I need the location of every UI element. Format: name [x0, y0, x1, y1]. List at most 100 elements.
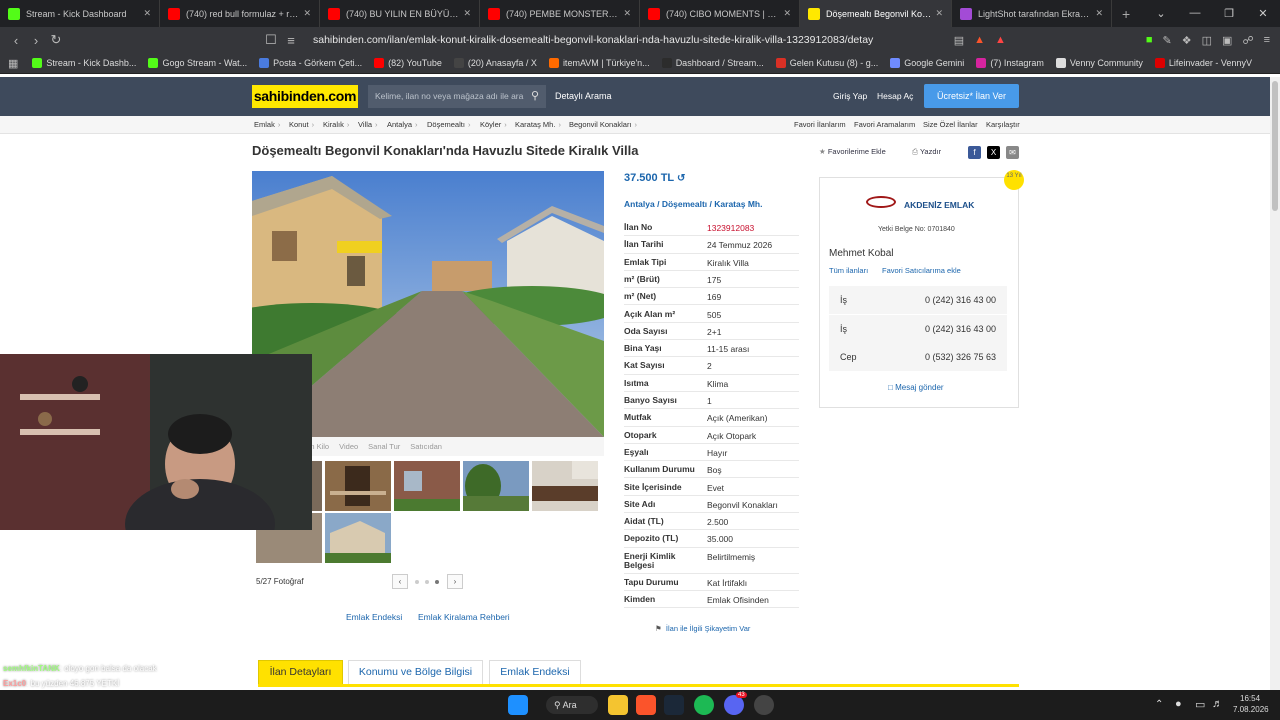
phone-number[interactable]: 0 (242) 316 43 00 — [925, 295, 996, 305]
tab-ilan-detaylari[interactable]: İlan Detayları — [258, 660, 343, 685]
bookmark-item[interactable]: Dashboard / Stream... — [661, 58, 764, 68]
reader-icon[interactable]: ▤ — [954, 34, 964, 47]
phone-number[interactable]: 0 (532) 326 75 63 — [925, 352, 996, 362]
clock-date[interactable]: 7.08.2026 — [1233, 705, 1269, 714]
bookmark-item[interactable]: Gelen Kutusu (8) - g... — [775, 58, 878, 68]
brave-rewards-icon[interactable]: ▲ — [995, 34, 1006, 47]
bookmark-item[interactable]: Lifeinvader - VennyV — [1154, 58, 1252, 68]
location-link[interactable]: Antalya — [624, 199, 655, 209]
thumbnail[interactable] — [325, 461, 391, 511]
next-photo-button[interactable]: › — [447, 574, 463, 589]
tab-close-icon[interactable]: ✕ — [463, 8, 471, 19]
bookmark-item[interactable]: (82) YouTube — [374, 58, 442, 68]
facebook-icon[interactable]: f — [968, 146, 981, 159]
tab-emlak-endeksi[interactable]: Emlak Endeksi — [489, 660, 581, 685]
detailed-search-link[interactable]: Detaylı Arama — [555, 85, 612, 108]
pen-icon[interactable]: ✎ — [1163, 34, 1172, 47]
breadcrumb-item[interactable]: Emlak › — [254, 116, 280, 134]
breadcrumb-item[interactable]: Karataş Mh. › — [515, 116, 561, 134]
reload-icon[interactable]: ↻ — [46, 32, 66, 48]
apps-icon[interactable]: ▦ — [8, 57, 18, 70]
tab-search-icon[interactable]: ⌄ — [1144, 7, 1178, 20]
tab-close-icon[interactable]: ✕ — [303, 8, 311, 19]
bookmark-item[interactable]: (20) Anasayfa / X — [453, 58, 537, 68]
maximize-icon[interactable]: ❐ — [1212, 7, 1246, 20]
browser-tab[interactable]: Stream - Kick Dashboard ✕ — [0, 0, 160, 27]
photo-tab[interactable]: Satıcıdan — [410, 442, 442, 451]
photo-tab[interactable]: Video — [339, 442, 358, 451]
wallet-icon[interactable]: ▣ — [1222, 34, 1232, 47]
header-link[interactable]: Size Özel İlanlar — [923, 116, 978, 134]
bookmark-item[interactable]: Stream - Kick Dashb... — [32, 58, 136, 68]
header-link[interactable]: Karşılaştır — [986, 116, 1020, 134]
puzzle-icon[interactable]: ❖ — [1182, 34, 1192, 47]
print-link[interactable]: ⎙ Yazdır — [912, 147, 941, 157]
prev-photo-button[interactable]: ‹ — [392, 574, 408, 589]
chat-username[interactable]: semhfkinTANK — [3, 664, 60, 673]
photo-tab[interactable]: Sanal Tur — [368, 442, 400, 451]
brave-icon[interactable] — [636, 695, 656, 715]
tab-close-icon[interactable]: ✕ — [623, 8, 631, 19]
all-ads-link[interactable]: Tüm ilanları — [829, 266, 868, 275]
header-link[interactable]: Favori Aramalarım — [854, 116, 915, 134]
sidebar-icon[interactable]: ◫ — [1202, 34, 1212, 47]
phone-number[interactable]: 0 (242) 316 43 00 — [925, 324, 996, 334]
tab-close-icon[interactable]: ✕ — [783, 8, 791, 19]
favorite-add-link[interactable]: ★ Favorilerime Ekle — [819, 147, 886, 156]
bookmark-item[interactable]: Posta - Görkem Çeti... — [259, 58, 362, 68]
discord-icon[interactable] — [724, 695, 744, 715]
complaint-link[interactable]: ⚑ İlan ile İlgili Şikayetim Var — [655, 624, 750, 633]
tray-chevron-icon[interactable]: ⌃ — [1155, 699, 1163, 710]
brave-shield-icon[interactable]: ▲ — [974, 34, 985, 47]
tab-close-icon[interactable]: ✕ — [935, 8, 943, 19]
tab-close-icon[interactable]: ✕ — [143, 8, 151, 19]
volume-icon[interactable]: ♬ — [1212, 698, 1223, 710]
breadcrumb-item[interactable]: Villa › — [358, 116, 378, 134]
email-icon[interactable]: ✉ — [1006, 146, 1019, 159]
breadcrumb-item[interactable]: Konut › — [289, 116, 314, 134]
breadcrumb-item[interactable]: Köyler › — [480, 116, 507, 134]
forward-icon[interactable]: › — [26, 33, 46, 48]
taskbar-search[interactable]: ⚲ Ara — [546, 696, 598, 714]
tab-konumu[interactable]: Konumu ve Bölge Bilgisi — [348, 660, 483, 685]
search-icon[interactable]: ⚲ — [531, 85, 539, 108]
bookmark-item[interactable]: (7) Instagram — [976, 58, 1044, 68]
x-icon[interactable]: X — [987, 146, 1000, 159]
send-message-link[interactable]: □ Mesaj gönder — [888, 383, 944, 392]
agency-name[interactable]: AKDENİZ EMLAK — [904, 200, 974, 210]
bookmark-item[interactable]: Gogo Stream - Wat... — [148, 58, 247, 68]
pager-dot-active[interactable] — [435, 580, 439, 584]
phone-row[interactable]: İş 0 (242) 316 43 00 — [829, 286, 1007, 314]
windows-start-icon[interactable] — [508, 695, 528, 715]
pager-dot[interactable] — [415, 580, 419, 584]
bookmark-item[interactable]: Google Gemini — [890, 58, 964, 68]
register-link[interactable]: Hesap Aç — [877, 85, 913, 108]
tab-active[interactable]: Döşemealtı Begonvil Konakları✕ — [800, 0, 952, 27]
close-window-icon[interactable]: ✕ — [1246, 7, 1280, 20]
pager-dot[interactable] — [425, 580, 429, 584]
chat-username[interactable]: Ex1c0 — [3, 679, 26, 688]
breadcrumb-item[interactable]: Kiralık › — [323, 116, 349, 134]
network-icon[interactable]: ▭ — [1195, 698, 1205, 711]
price-history-icon[interactable]: ↺ — [677, 173, 685, 184]
agency-logo-icon[interactable] — [866, 196, 896, 208]
microphone-icon[interactable]: ● — [1175, 698, 1182, 710]
browser-tab[interactable]: (740) red bull formulaz + rize vlog✕ — [160, 0, 320, 27]
site-info-icon[interactable]: ≡ — [281, 33, 301, 48]
thumbnail[interactable] — [394, 461, 460, 511]
bookmark-icon[interactable]: ☐ — [261, 32, 281, 48]
minimize-icon[interactable]: — — [1178, 7, 1212, 20]
bookmark-item[interactable]: Venny Community — [1055, 58, 1143, 68]
header-link[interactable]: Favori İlanlarım — [794, 116, 846, 134]
rental-guide-link[interactable]: Emlak Kiralama Rehberi — [418, 612, 510, 622]
search-input[interactable]: Kelime, ilan no veya mağaza adı ile ara … — [368, 85, 546, 108]
bookmark-item[interactable]: itemAVM | Türkiye'n... — [548, 58, 650, 68]
emlak-endeksi-link[interactable]: Emlak Endeksi — [346, 612, 402, 622]
url-field[interactable]: sahibinden.com/ilan/emlak-konut-kiralik-… — [313, 34, 954, 46]
location-link[interactable]: Döşemealtı — [662, 199, 707, 209]
extension-icon[interactable]: ■ — [1146, 34, 1153, 47]
post-ad-button[interactable]: Ücretsiz* İlan Ver — [924, 84, 1019, 108]
vpn-icon[interactable]: ☍ — [1242, 34, 1253, 47]
scroll-thumb[interactable] — [1272, 81, 1278, 211]
breadcrumb-item[interactable]: Döşemealtı › — [427, 116, 470, 134]
